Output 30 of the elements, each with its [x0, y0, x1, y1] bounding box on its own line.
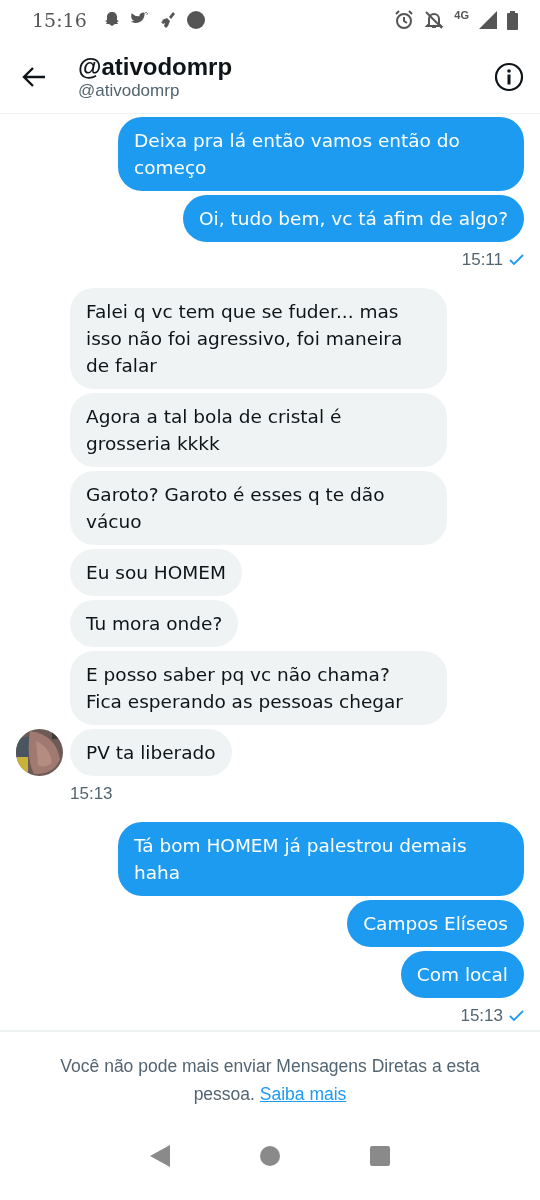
back-nav-icon[interactable]	[150, 1145, 170, 1167]
message-bubble: Com local	[400, 951, 524, 998]
message-time: 15:11	[461, 250, 503, 270]
conversation-title: @ativodomrp	[78, 52, 234, 81]
back-icon[interactable]	[22, 65, 46, 88]
alarm-icon	[394, 10, 415, 30]
conversation-handle: @ativodomrp	[78, 80, 181, 101]
message-bubble: E posso saber pq vc não chama? Fica esperando as pessoas chegar	[70, 651, 447, 725]
message-time: 15:13	[70, 784, 113, 804]
circle-icon	[186, 11, 205, 29]
info-icon[interactable]	[494, 61, 524, 92]
message-bubble: Oi, tudo bem, vc tá afim de algo?	[182, 195, 524, 242]
battery-icon	[507, 10, 518, 30]
signal-icon	[479, 11, 497, 29]
status-time: 15:16	[32, 9, 87, 31]
bell-off-icon	[424, 10, 445, 30]
message-bubble: Tu mora onde?	[70, 600, 239, 647]
network-type: 4G	[454, 9, 469, 21]
message-bubble: Falei q vc tem que se fuder... mas isso não foi agressivo, foi maneira de falar	[70, 288, 447, 389]
message-time: 15:13	[460, 1006, 503, 1026]
message-bubble: PV ta liberado	[70, 729, 232, 776]
message-bubble: Campos Elíseos	[347, 900, 524, 947]
learn-more-link[interactable]: Saiba mais	[259, 1084, 347, 1104]
message-bubble: Deixa pra lá então vamos então do começo	[118, 117, 524, 191]
home-nav-icon[interactable]	[260, 1146, 280, 1166]
blocked-notice: Você não pode mais enviar Mensagens Diretas a esta pessoa. Saiba mais	[59, 1055, 481, 1106]
message-bubble: Agora a tal bola de cristal é grosseria kkkk	[70, 393, 447, 467]
message-bubble: Eu sou HOMEM	[70, 549, 242, 596]
message-bubble: Tá bom HOMEM já palestrou demais haha	[118, 822, 524, 896]
message-bubble: Garoto? Garoto é esses q te dão vácuo	[70, 471, 447, 545]
